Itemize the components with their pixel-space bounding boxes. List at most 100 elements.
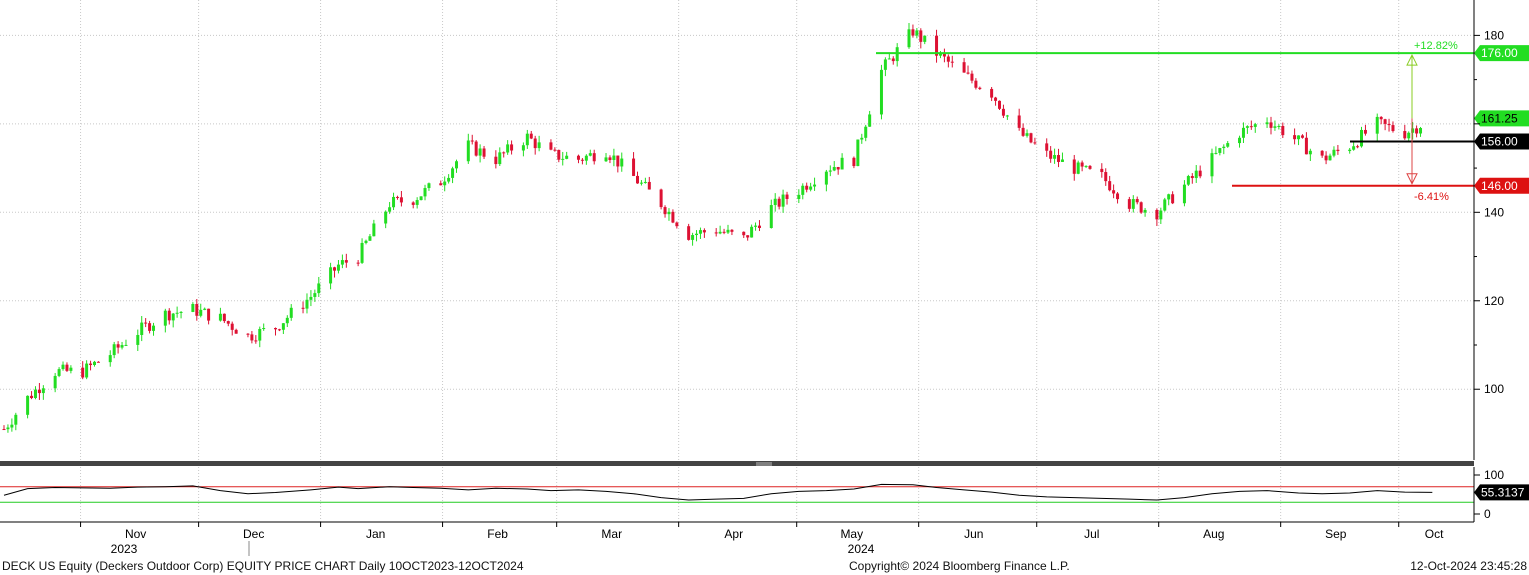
candle-body (907, 29, 911, 48)
candle-body (840, 157, 844, 170)
candle-body (1356, 146, 1360, 148)
candle-body (754, 225, 758, 227)
candle-body (1005, 115, 1009, 117)
candle-body (809, 186, 813, 190)
candle-body (222, 313, 226, 322)
candle-body (1336, 149, 1340, 152)
candle-body (360, 242, 364, 263)
candle-body (285, 317, 289, 324)
candle-body (317, 283, 321, 294)
candle-body (148, 323, 152, 331)
candle-body (1190, 176, 1194, 179)
candle-body (340, 260, 344, 265)
candle-body (368, 236, 372, 241)
candle-body (923, 35, 927, 42)
candle-body (1241, 127, 1245, 138)
candle-body (962, 62, 966, 73)
candle-body (1021, 127, 1025, 136)
candle-body (797, 194, 801, 199)
candle-body (1017, 115, 1021, 128)
candle-body (474, 141, 478, 156)
candle-body (549, 142, 553, 150)
candle-body (1159, 210, 1163, 220)
candle-body (1328, 155, 1332, 161)
candle-body (309, 296, 313, 300)
candle-body (234, 329, 238, 334)
candle-body (1104, 172, 1108, 182)
month-label: Aug (1203, 527, 1224, 541)
candle-body (1060, 159, 1064, 162)
candle-body (498, 152, 502, 165)
year-label: 2024 (848, 542, 875, 556)
candle-body (1108, 181, 1112, 191)
candle-body (427, 183, 431, 189)
candle-body (691, 235, 695, 240)
candle-body (455, 161, 458, 169)
candle-body (773, 198, 777, 206)
candle-body (537, 142, 541, 149)
candle-body (419, 196, 423, 201)
price-tick-label: 120 (1484, 294, 1504, 308)
candle-body (108, 355, 112, 363)
level-percent-label: -6.41% (1414, 191, 1449, 203)
candle-body (191, 304, 195, 312)
candle-body (470, 140, 474, 142)
candle-body (372, 223, 376, 237)
month-label: Jan (366, 527, 385, 541)
candle-body (584, 155, 588, 161)
candle-body (1375, 116, 1379, 134)
candle-body (411, 202, 415, 205)
candle-body (1360, 129, 1363, 147)
candle-body (1320, 150, 1324, 156)
candle-body (1407, 132, 1411, 139)
candle-body (1245, 126, 1249, 128)
candle-body (1218, 148, 1222, 153)
candle-body (254, 340, 258, 342)
candle-body (81, 367, 85, 378)
candle-body (632, 158, 636, 176)
candle-body (1277, 125, 1281, 127)
month-label: Mar (601, 527, 622, 541)
candle-body (61, 364, 65, 370)
candle-body (388, 207, 392, 212)
candle-body (832, 167, 836, 171)
candle-body (1391, 125, 1395, 132)
candle-body (207, 308, 211, 321)
candle-body (175, 312, 179, 314)
candle-body (785, 194, 789, 199)
candle-body (1163, 199, 1167, 211)
candle-body (443, 181, 447, 186)
candle-body (1057, 155, 1061, 162)
candle-body (1053, 155, 1057, 159)
copyright-notice: Copyright© 2024 Bloomberg Finance L.P. (849, 559, 1070, 573)
candle-body (392, 196, 396, 208)
candle-body (978, 87, 982, 89)
candle-body (65, 364, 69, 371)
candle-body (1127, 199, 1131, 209)
candle-body (1100, 168, 1104, 173)
candle-body (33, 389, 37, 399)
candle-body (167, 310, 171, 321)
candle-body (750, 226, 754, 238)
candle-body (163, 310, 167, 326)
candle-body (494, 156, 498, 165)
candle-body (1033, 142, 1037, 144)
candle-body (41, 388, 45, 394)
candle-body (659, 189, 663, 208)
candle-body (305, 299, 309, 309)
level-label: 146.00 (1481, 179, 1518, 193)
candle-body (836, 167, 840, 170)
candle-body (576, 155, 580, 160)
candle-body (1297, 135, 1301, 140)
candle-body (647, 181, 651, 190)
candle-body (565, 155, 569, 159)
candle-body (636, 175, 639, 184)
candle-body (1029, 133, 1033, 143)
candle-body (702, 230, 706, 233)
candle-body (93, 361, 96, 366)
candle-body (1080, 162, 1084, 167)
candle-body (1025, 133, 1029, 136)
candle-body (439, 183, 443, 186)
candle-body (447, 177, 451, 182)
candle-body (990, 88, 994, 98)
